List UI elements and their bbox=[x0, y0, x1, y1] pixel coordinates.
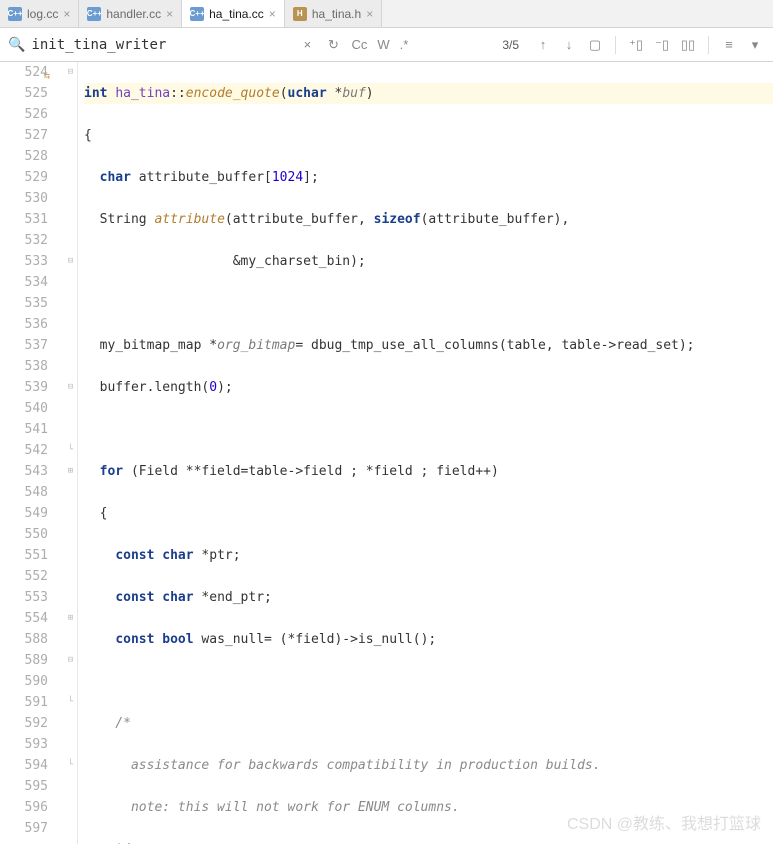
search-bar: 🔍 × ↻ Cc W .* 3/5 ↑ ↓ ▢ ⁺▯ ⁻▯ ▯▯ ≡ ▾ bbox=[0, 28, 773, 62]
divider bbox=[708, 36, 709, 54]
close-icon[interactable]: × bbox=[269, 7, 276, 21]
divider bbox=[615, 36, 616, 54]
tab-hatina-h[interactable]: Hha_tina.h × bbox=[285, 0, 382, 27]
tab-handler[interactable]: C++ handler.cc × bbox=[79, 0, 182, 27]
match-case-toggle[interactable]: Cc bbox=[349, 35, 369, 55]
cpp-file-icon: C++ bbox=[87, 7, 101, 21]
tab-log[interactable]: C++ log.cc × bbox=[0, 0, 79, 27]
code-content[interactable]: int ha_tina::encode_quote(uchar *buf) { … bbox=[78, 62, 773, 844]
close-icon[interactable]: × bbox=[366, 7, 373, 21]
fold-toggle[interactable]: ⊞ bbox=[64, 461, 77, 482]
fold-toggle[interactable]: ⊟ bbox=[64, 62, 77, 83]
tab-label: log.cc bbox=[27, 7, 58, 21]
fold-toggle[interactable]: ⊟ bbox=[64, 377, 77, 398]
fold-gutter: ⊟⊟⊟└⊞⊞⊟└└ bbox=[64, 62, 78, 844]
search-history-icon[interactable]: ↻ bbox=[323, 35, 343, 55]
regex-toggle[interactable]: .* bbox=[398, 35, 411, 55]
tab-bar: C++ log.cc × C++ handler.cc × C++ ha_tina.cc ×… bbox=[0, 0, 773, 28]
add-selection-icon[interactable]: ⁺▯ bbox=[626, 35, 646, 55]
cpp-file-icon: C++ bbox=[8, 7, 22, 21]
close-icon[interactable]: × bbox=[63, 7, 70, 21]
h-file-icon: H bbox=[293, 7, 307, 21]
tab-label: ha_tina.h bbox=[312, 7, 361, 21]
code-editor[interactable]: 524⇆ 52552652752852953053153253353453553… bbox=[0, 62, 773, 844]
clear-search-icon[interactable]: × bbox=[297, 35, 317, 55]
words-toggle[interactable]: W bbox=[375, 35, 391, 55]
next-match-icon[interactable]: ↓ bbox=[559, 35, 579, 55]
tab-label: handler.cc bbox=[106, 7, 161, 21]
filter-icon[interactable]: ▾ bbox=[745, 35, 765, 55]
fold-toggle[interactable]: ⊟ bbox=[64, 650, 77, 671]
fold-toggle[interactable]: ⊞ bbox=[64, 608, 77, 629]
match-count: 3/5 bbox=[494, 38, 527, 52]
search-icon: 🔍 bbox=[8, 36, 25, 53]
select-all-icon[interactable]: ▯▯ bbox=[678, 35, 698, 55]
line-number-gutter: 524⇆ 52552652752852953053153253353453553… bbox=[0, 62, 64, 844]
tab-hatina-cc[interactable]: C++ ha_tina.cc × bbox=[182, 0, 285, 27]
prev-match-icon[interactable]: ↑ bbox=[533, 35, 553, 55]
remove-selection-icon[interactable]: ⁻▯ bbox=[652, 35, 672, 55]
settings-icon[interactable]: ≡ bbox=[719, 35, 739, 55]
open-in-find-window-icon[interactable]: ▢ bbox=[585, 35, 605, 55]
close-icon[interactable]: × bbox=[166, 7, 173, 21]
tab-label: ha_tina.cc bbox=[209, 7, 264, 21]
search-input[interactable] bbox=[31, 37, 291, 53]
fold-toggle[interactable]: ⊟ bbox=[64, 251, 77, 272]
cpp-file-icon: C++ bbox=[190, 7, 204, 21]
